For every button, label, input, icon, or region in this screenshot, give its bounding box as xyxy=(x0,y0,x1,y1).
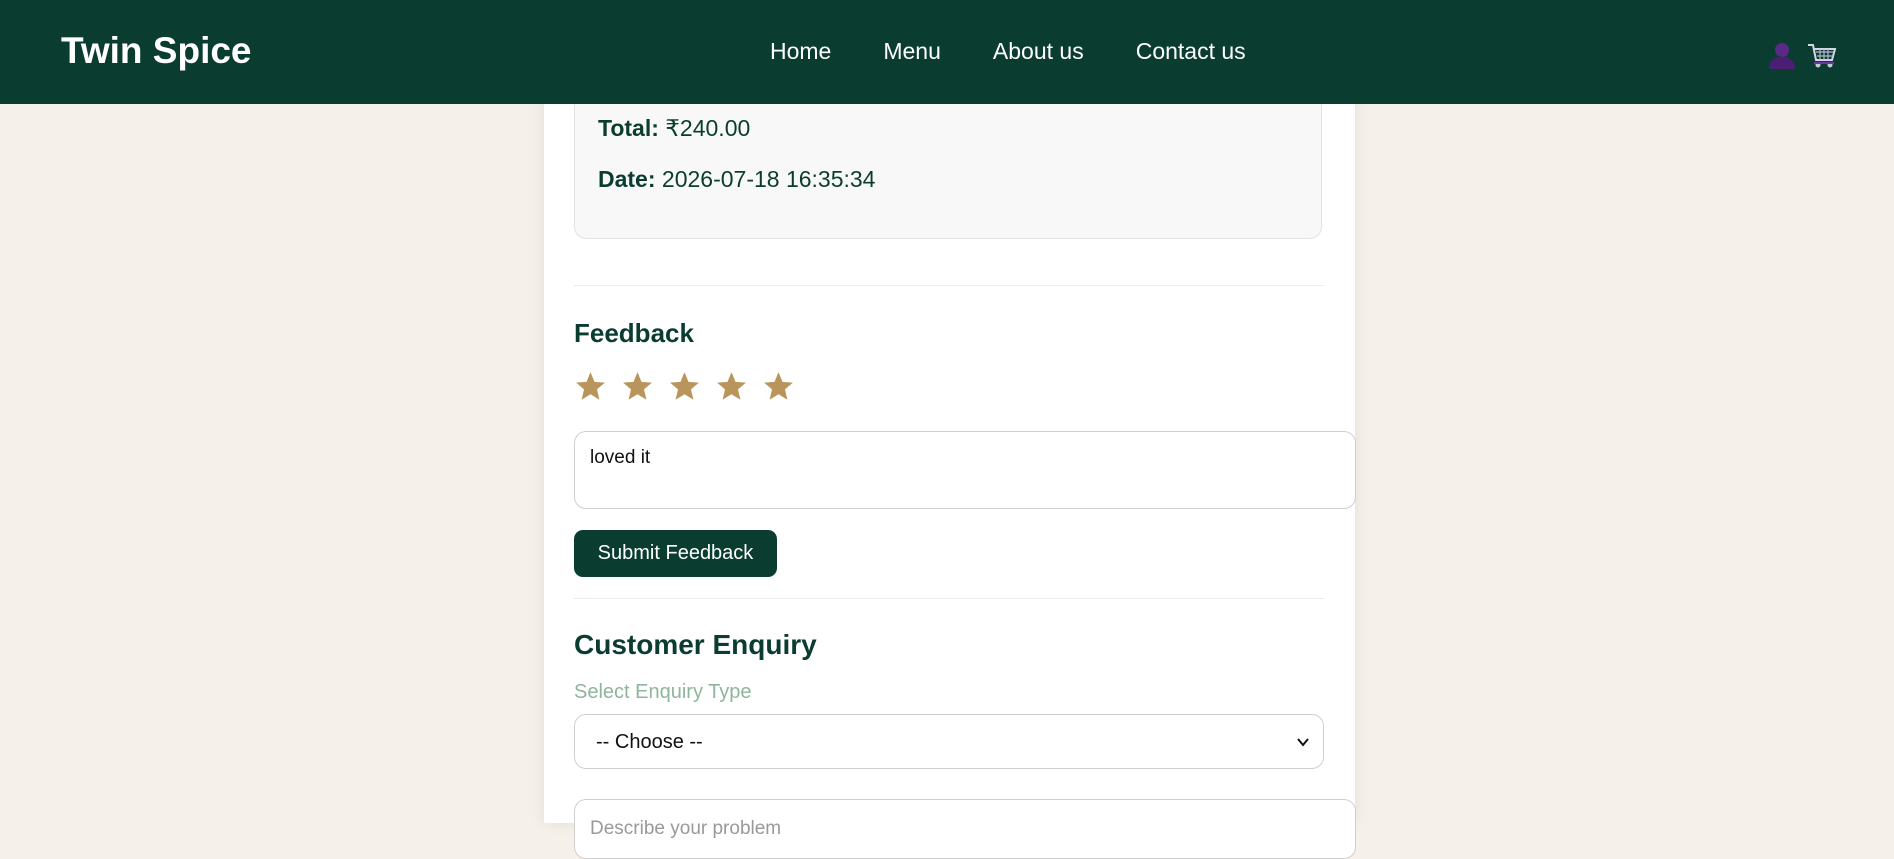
nav-contact[interactable]: Contact us xyxy=(1136,38,1246,65)
enquiry-title: Customer Enquiry xyxy=(574,629,817,660)
nav-menu[interactable]: Menu xyxy=(883,38,941,65)
feedback-title: Feedback xyxy=(574,318,694,348)
divider xyxy=(574,598,1324,599)
star-icon[interactable] xyxy=(621,370,654,403)
total-label: Total: xyxy=(598,115,659,141)
nav-home[interactable]: Home xyxy=(770,38,831,65)
date-value: 2026-07-18 16:35:34 xyxy=(661,166,876,192)
date-label: Date: xyxy=(598,166,656,192)
enquiry-type-label: Select Enquiry Type xyxy=(574,681,752,703)
brand-logo[interactable]: Twin Spice xyxy=(61,30,252,72)
star-rating[interactable] xyxy=(574,370,795,403)
star-icon[interactable] xyxy=(574,370,607,403)
order-date: Date: 2026-07-18 16:35:34 xyxy=(598,166,875,193)
enquiry-type-value: -- Choose -- xyxy=(596,731,703,753)
enquiry-type-select[interactable]: -- Choose -- xyxy=(574,714,1324,769)
order-total: Total: ₹240.00 xyxy=(598,115,750,142)
nav-icons xyxy=(1766,40,1838,70)
order-card: Total: ₹240.00 Date: 2026-07-18 16:35:34… xyxy=(544,0,1356,859)
navbar: Twin Spice Home Menu About us Contact us xyxy=(0,0,1894,104)
submit-feedback-button[interactable]: Submit Feedback xyxy=(574,530,777,577)
cart-icon[interactable] xyxy=(1806,40,1838,70)
total-value: ₹240.00 xyxy=(665,115,751,141)
user-icon[interactable] xyxy=(1766,40,1798,70)
star-icon[interactable] xyxy=(715,370,748,403)
chevron-down-icon xyxy=(1297,738,1309,747)
nav-about[interactable]: About us xyxy=(993,38,1084,65)
nav-links: Home Menu About us Contact us xyxy=(770,38,1298,65)
star-icon[interactable] xyxy=(668,370,701,403)
star-icon[interactable] xyxy=(762,370,795,403)
feedback-textarea[interactable] xyxy=(574,431,1356,509)
divider xyxy=(574,285,1324,286)
problem-input[interactable] xyxy=(574,799,1356,859)
